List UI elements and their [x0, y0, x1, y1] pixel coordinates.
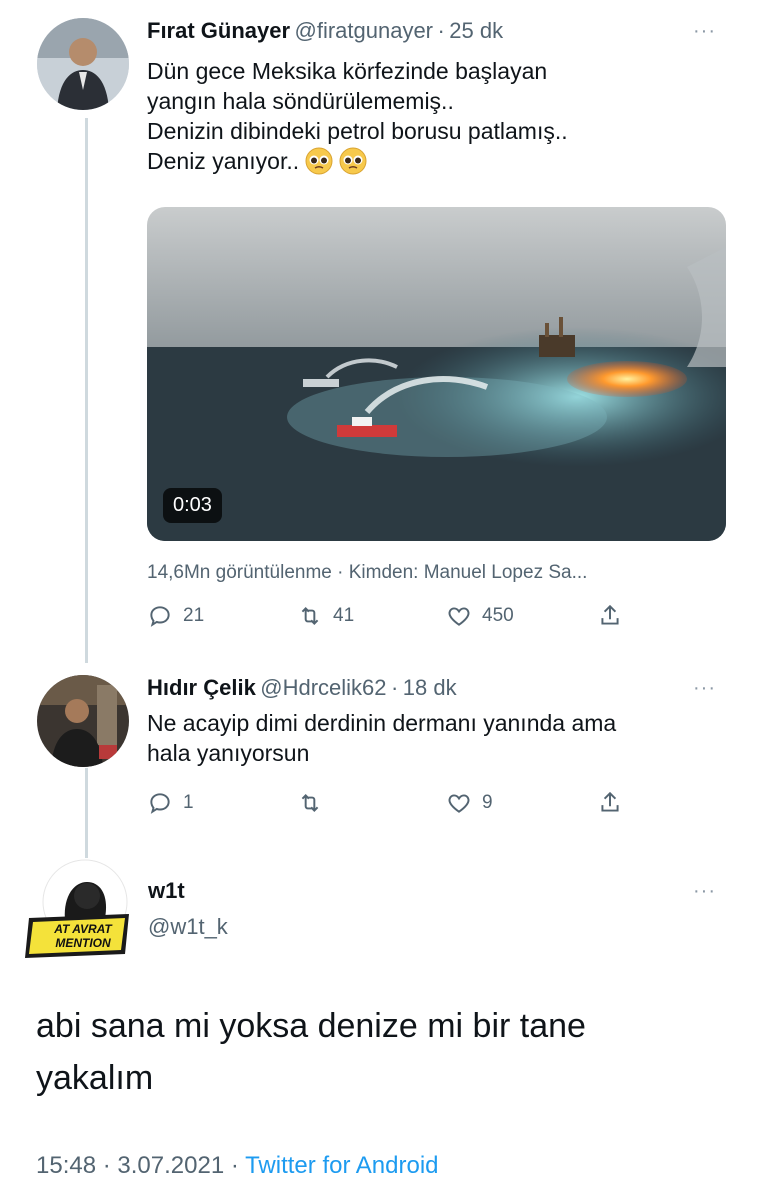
avatar[interactable]: AT AVRAT MENTION [25, 858, 133, 958]
heart-icon [448, 607, 470, 626]
avatar[interactable] [37, 18, 129, 110]
author-handle[interactable]: @firatgunayer [295, 18, 434, 43]
more-options-icon[interactable]: ··· [693, 20, 716, 43]
tweet-source-link[interactable]: Twitter for Android [245, 1152, 438, 1179]
retweet-button[interactable] [297, 790, 333, 816]
tweet-time: 15:48 [36, 1152, 97, 1179]
share-icon [601, 604, 619, 625]
share-icon [601, 791, 619, 812]
avatar[interactable] [37, 675, 129, 767]
share-button[interactable] [597, 790, 623, 816]
reply-count: 1 [183, 792, 194, 813]
avatar-logo-text: AT AVRAT MENTION [54, 922, 112, 950]
tweet-text: Ne acayip dimi derdinin dermanı yanında … [147, 708, 616, 768]
tweet-text-line: Ne acayip dimi derdinin dermanı yanında … [147, 710, 617, 736]
tweet-metadata: 15:48 · 3.07.2021 · Twitter for Android [36, 1152, 439, 1180]
tweet-time[interactable]: 25 dk [449, 18, 503, 43]
separator: · [437, 18, 445, 43]
reply-button[interactable]: 21 [147, 603, 204, 629]
tweet-text-line: yangın hala söndürülememiş.. [147, 88, 454, 114]
like-button[interactable]: 450 [446, 603, 514, 629]
like-count: 450 [482, 605, 514, 626]
reply-icon [150, 606, 170, 627]
thread-line-2 [85, 768, 88, 858]
author-handle[interactable]: @Hdrcelik62 [260, 675, 386, 700]
tweet-text-line: Deniz yanıyor.. [147, 148, 300, 174]
pleading-face-icon [305, 147, 333, 175]
tweet-date: 3.07.2021 [117, 1152, 225, 1179]
reply-button[interactable]: 1 [147, 790, 194, 816]
tweet-text-line: Denizin dibindeki petrol borusu patlamış… [147, 118, 568, 144]
tweet-text-line: yakalım [36, 1059, 154, 1097]
pleading-face-icon [339, 147, 367, 175]
retweet-icon [301, 607, 319, 625]
tweet-text: Dün gece Meksika körfezinde başlayan yan… [147, 56, 568, 176]
video-duration-badge: 0:03 [163, 488, 222, 523]
view-count-source[interactable]: 14,6Mn görüntülenme · Kimden: Manuel Lop… [147, 562, 587, 584]
like-count: 9 [482, 792, 493, 813]
tweet-time[interactable]: 18 dk [403, 675, 457, 700]
retweet-button[interactable]: 41 [297, 603, 354, 629]
share-button[interactable] [597, 603, 623, 629]
author-name[interactable]: Fırat Günayer [147, 18, 290, 43]
author-name[interactable]: Hıdır Çelik [147, 675, 256, 700]
separator: · [102, 1152, 111, 1179]
tweet-text-line: Dün gece Meksika körfezinde başlayan [147, 58, 548, 84]
retweet-icon [301, 794, 319, 812]
like-button[interactable]: 9 [446, 790, 493, 816]
separator: · [390, 675, 399, 700]
separator: · [230, 1152, 239, 1179]
author-name[interactable]: w1t [148, 878, 185, 904]
more-options-icon[interactable]: ··· [693, 880, 716, 903]
reply-count: 21 [183, 605, 205, 626]
retweet-count: 41 [333, 605, 355, 626]
video-thumbnail[interactable]: 0:03 [147, 207, 726, 541]
more-options-icon[interactable]: ··· [693, 677, 716, 700]
tweet-text-line: hala yanıyorsun [147, 740, 310, 766]
author-handle[interactable]: @w1t_k [148, 914, 228, 940]
tweet-header: Hıdır Çelik @Hdrcelik62 · 18 dk [147, 675, 457, 701]
tweet-text-line: abi sana mi yoksa denize mi bir tane [36, 1007, 586, 1045]
thread-line-1 [85, 118, 88, 663]
tweet-text: abi sana mi yoksa denize mi bir tane yak… [36, 1000, 696, 1104]
reply-icon [150, 793, 170, 814]
tweet-header: Fırat Günayer @firatgunayer · 25 dk [147, 18, 503, 44]
heart-icon [448, 794, 470, 813]
